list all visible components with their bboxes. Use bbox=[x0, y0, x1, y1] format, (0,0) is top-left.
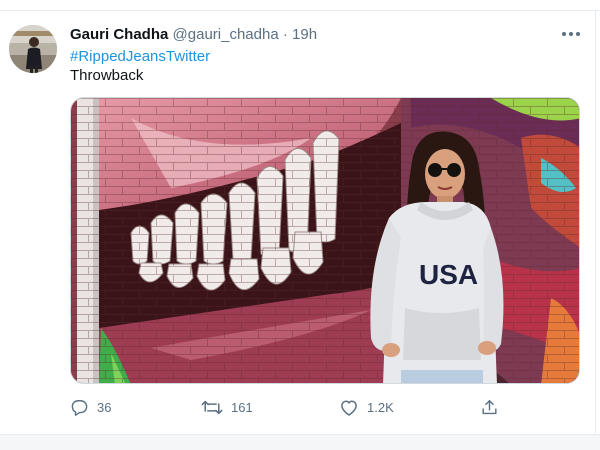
reply-button[interactable]: 36 bbox=[70, 396, 111, 418]
tweet-timestamp[interactable]: 19h bbox=[292, 26, 317, 43]
share-button[interactable] bbox=[480, 396, 499, 418]
right-divider bbox=[595, 10, 596, 436]
tweet-card: Gauri Chadha @gauri_chadha · 19h #Ripped… bbox=[0, 0, 600, 450]
tweet-photo[interactable]: USA bbox=[70, 97, 580, 384]
hoodie-print: USA bbox=[419, 259, 478, 290]
hashtag-link[interactable]: #RippedJeansTwitter bbox=[70, 48, 210, 66]
like-button[interactable]: 1.2K bbox=[339, 396, 394, 418]
separator-dot: · bbox=[282, 26, 288, 43]
author-handle[interactable]: @gauri_chadha bbox=[173, 26, 279, 43]
reply-icon bbox=[70, 398, 89, 417]
share-icon bbox=[480, 398, 499, 417]
action-bar: 36 161 1.2K bbox=[70, 396, 510, 418]
top-divider bbox=[0, 10, 600, 11]
tweet-text: Throwback bbox=[70, 67, 144, 84]
author-name[interactable]: Gauri Chadha bbox=[70, 26, 168, 43]
reply-count: 36 bbox=[97, 399, 112, 415]
retweet-count: 161 bbox=[231, 399, 253, 415]
retweet-button[interactable]: 161 bbox=[201, 396, 253, 418]
avatar[interactable] bbox=[9, 25, 57, 73]
tweet-header: Gauri Chadha @gauri_chadha · 19h bbox=[70, 26, 317, 44]
retweet-icon bbox=[201, 398, 223, 417]
like-icon bbox=[339, 398, 359, 417]
like-count: 1.2K bbox=[367, 399, 394, 415]
more-icon[interactable] bbox=[560, 26, 582, 42]
bottom-divider bbox=[0, 434, 600, 450]
